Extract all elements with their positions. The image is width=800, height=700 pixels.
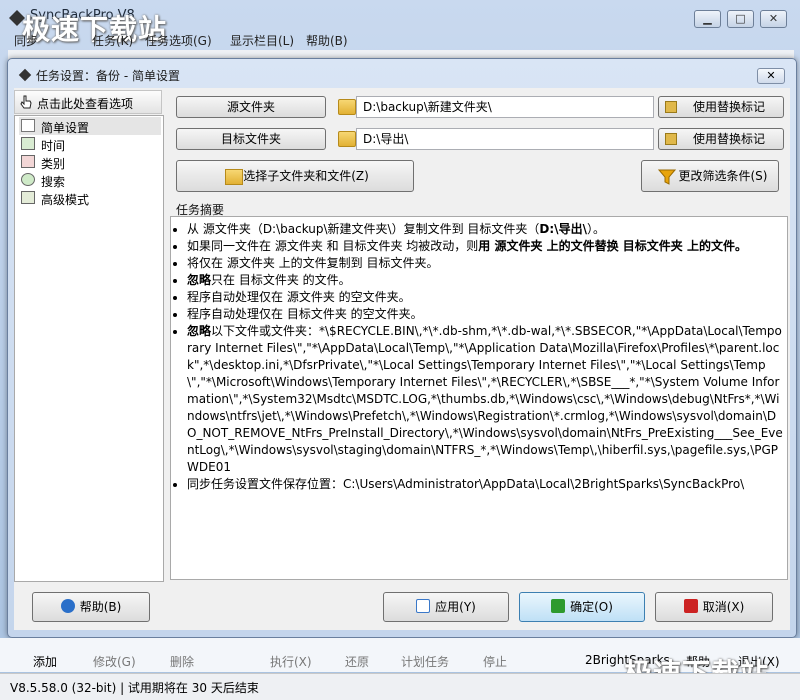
search-icon <box>21 173 35 186</box>
nav-item-label: 类别 <box>41 157 66 171</box>
target-replace-button[interactable]: 使用替换标记 <box>658 128 784 150</box>
pointer-hand-icon <box>20 95 32 109</box>
toolbar-run[interactable]: 执行(X) <box>270 653 312 670</box>
apply-button-label: 应用(Y) <box>435 600 476 614</box>
task-summary-panel: 从 源文件夹（D:\backup\新建文件夹\）复制文件到 目标文件夹（D:\导… <box>170 216 788 580</box>
menu-help[interactable]: 帮助(B) <box>306 32 348 49</box>
toolbar-restore[interactable]: 还原 <box>345 653 369 670</box>
target-replace-label: 使用替换标记 <box>692 132 765 146</box>
summary-line: 将仅在 源文件夹 上的文件复制到 目标文件夹。 <box>187 255 783 272</box>
status-bar: V8.5.58.0 (32-bit) | 试用期将在 30 天后结束 <box>0 673 800 700</box>
nav-header-label: 点击此处查看选项 <box>37 97 134 111</box>
toolbar-add[interactable]: 添加 <box>33 653 57 670</box>
ok-button-label: 确定(O) <box>570 600 613 614</box>
summary-line: 同步任务设置文件保存位置：C:\Users\Administrator\AppD… <box>187 476 783 493</box>
help-button[interactable]: 帮助(B) <box>32 592 150 622</box>
menu-columns[interactable]: 显示栏目(L) <box>230 32 294 49</box>
close-x-icon <box>683 599 698 613</box>
cancel-button-label: 取消(X) <box>702 600 745 614</box>
tag-icon <box>665 133 677 145</box>
cancel-button[interactable]: 取消(X) <box>655 592 773 622</box>
help-button-label: 帮助(B) <box>79 600 122 614</box>
minimize-button[interactable]: ▁ <box>694 10 721 28</box>
dialog-title: 任务设置：备份 - 简单设置 <box>36 69 180 83</box>
nav-item-label: 简单设置 <box>41 121 90 135</box>
nav-item-category[interactable]: 类别 <box>19 153 161 171</box>
toolbar-delete[interactable]: 删除 <box>170 653 194 670</box>
grid-icon <box>21 191 35 204</box>
menu-task[interactable]: 任务(K) <box>92 32 133 49</box>
folder-icon <box>338 131 356 147</box>
checklist-icon <box>21 119 35 132</box>
check-icon <box>551 599 566 613</box>
ok-button[interactable]: 确定(O) <box>519 592 645 622</box>
target-path-input[interactable]: D:\导出\ <box>356 128 654 150</box>
toolbar-edit[interactable]: 修改(G) <box>93 653 136 670</box>
nav-item-simple[interactable]: 简单设置 <box>19 117 161 135</box>
apply-check-icon <box>416 599 431 613</box>
nav-item-label: 搜索 <box>41 175 66 189</box>
apply-button[interactable]: 应用(Y) <box>383 592 509 622</box>
change-filter-button[interactable]: 更改筛选条件(S) <box>641 160 779 192</box>
summary-line: 如果同一文件在 源文件夹 和 目标文件夹 均被改动，则用 源文件夹 上的文件替换… <box>187 238 783 255</box>
nav-item-time[interactable]: 时间 <box>19 135 161 153</box>
menu-sync[interactable]: 同步 <box>14 32 38 49</box>
category-icon <box>21 155 35 168</box>
nav-item-label: 时间 <box>41 139 66 153</box>
target-folder-button[interactable]: 目标文件夹 <box>176 128 326 150</box>
menu-task-options[interactable]: 任务选项(G) <box>145 32 212 49</box>
close-window-button[interactable]: ✕ <box>760 10 787 28</box>
summary-line: 从 源文件夹（D:\backup\新建文件夹\）复制文件到 目标文件夹（D:\导… <box>187 221 783 238</box>
filter-funnel-icon <box>658 169 676 185</box>
change-filter-label: 更改筛选条件(S) <box>678 169 768 183</box>
nav-header[interactable]: 点击此处查看选项 <box>14 90 162 114</box>
nav-item-label: 高级模式 <box>41 193 90 207</box>
source-replace-label: 使用替换标记 <box>692 100 765 114</box>
folder-tree-icon <box>225 169 243 185</box>
nav-item-advanced[interactable]: 高级模式 <box>19 189 161 207</box>
clock-icon <box>21 137 35 150</box>
nav-item-search[interactable]: 搜索 <box>19 171 161 189</box>
summary-line: 程序自动处理仅在 源文件夹 的空文件夹。 <box>187 289 783 306</box>
main-menu-bar: 同步 任务(K) 任务选项(G) 显示栏目(L) 帮助(B) <box>0 30 800 50</box>
maximize-button[interactable]: □ <box>727 10 754 28</box>
toolbar-stop[interactable]: 停止 <box>483 653 507 670</box>
summary-line: 程序自动处理仅在 目标文件夹 的空文件夹。 <box>187 306 783 323</box>
dialog-logo-icon <box>18 68 32 82</box>
status-text: V8.5.58.0 (32-bit) | 试用期将在 30 天后结束 <box>10 681 259 695</box>
source-path-input[interactable]: D:\backup\新建文件夹\ <box>356 96 654 118</box>
tag-icon <box>665 101 677 113</box>
summary-line: 忽略只在 目标文件夹 的文件。 <box>187 272 783 289</box>
folder-icon <box>338 99 356 115</box>
source-replace-button[interactable]: 使用替换标记 <box>658 96 784 118</box>
nav-tree: 简单设置 时间 类别 搜索 高级模式 <box>14 115 164 582</box>
help-circle-icon <box>60 599 75 613</box>
toolbar-schedule[interactable]: 计划任务 <box>401 653 449 670</box>
select-subfolders-label: 选择子文件夹和文件(Z) <box>243 169 369 183</box>
source-folder-button[interactable]: 源文件夹 <box>176 96 326 118</box>
select-subfolders-button[interactable]: 选择子文件夹和文件(Z) <box>176 160 414 192</box>
summary-line: 忽略以下文件或文件夹：*\$RECYCLE.BIN\,*\*.db-shm,*\… <box>187 323 783 476</box>
dialog-close-button[interactable]: ✕ <box>757 68 785 84</box>
